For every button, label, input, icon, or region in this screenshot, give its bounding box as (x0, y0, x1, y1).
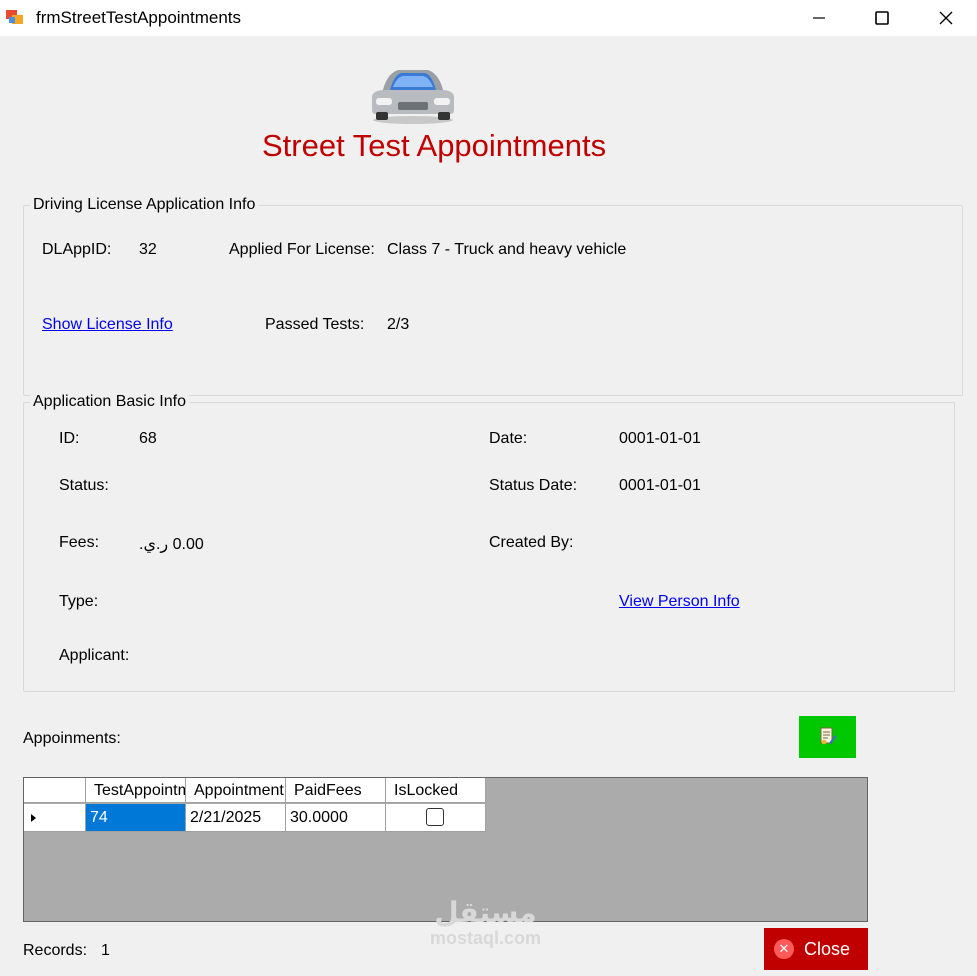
maximize-button[interactable] (853, 0, 911, 34)
show-license-info-link[interactable]: Show License Info (42, 316, 173, 334)
add-appointment-button[interactable] (799, 716, 856, 758)
date-label: Date: (489, 430, 528, 447)
watermark: مستقل mostaql.com (430, 897, 542, 949)
app-icon (6, 10, 23, 24)
add-appointment-icon (820, 727, 836, 744)
close-circle-icon: ✕ (774, 939, 794, 959)
application-basic-info-legend: Application Basic Info (30, 393, 189, 411)
window-close-button[interactable] (917, 0, 975, 34)
minimize-icon (813, 17, 825, 19)
watermark-arabic: مستقل (434, 897, 537, 928)
cell-paid-fees[interactable]: 30.0000 (286, 804, 386, 832)
applied-for-license-label: Applied For License: (229, 241, 375, 258)
dl-application-info-legend: Driving License Application Info (30, 196, 259, 214)
close-icon (939, 11, 953, 25)
window-title: frmStreetTestAppointments (36, 8, 242, 27)
cell-is-locked[interactable] (386, 804, 486, 832)
column-header-paid-fees[interactable]: PaidFees (286, 778, 386, 803)
cell-appointment-date[interactable]: 2/21/2025 (186, 804, 286, 832)
fees-label: Fees: (59, 534, 100, 551)
fees-value: 0.00 ر.ي. (139, 536, 204, 553)
grid-row-header-corner (24, 778, 86, 803)
appointments-label: Appoinments: (23, 730, 121, 747)
status-date-label: Status Date: (489, 477, 578, 494)
passed-tests-label: Passed Tests: (265, 316, 365, 333)
car-icon (372, 70, 454, 124)
watermark-latin: mostaql.com (430, 928, 542, 948)
maximize-icon (875, 11, 889, 26)
column-header-test-appointment-id[interactable]: TestAppointmentID (86, 778, 186, 803)
dl-app-id-label: DLAppID: (42, 241, 112, 258)
id-value: 68 (139, 430, 157, 447)
type-label: Type: (59, 593, 99, 610)
is-locked-checkbox[interactable] (426, 808, 444, 826)
records-label: Records: (23, 942, 88, 959)
status-date-value: 0001-01-01 (619, 477, 701, 494)
date-value: 0001-01-01 (619, 430, 701, 447)
row-selector-arrow-icon (31, 814, 36, 822)
column-header-appointment-date[interactable]: AppointmentDate (186, 778, 286, 803)
close-button[interactable]: ✕ Close (764, 928, 868, 970)
column-header-is-locked[interactable]: IsLocked (386, 778, 486, 803)
passed-tests-value: 2/3 (387, 316, 410, 333)
close-button-label: Close (804, 939, 851, 959)
minimize-button[interactable] (790, 0, 848, 34)
created-by-label: Created By: (489, 534, 574, 551)
row-header-cell[interactable] (24, 804, 86, 832)
applied-for-license-value: Class 7 - Truck and heavy vehicle (387, 241, 627, 258)
applicant-label: Applicant: (59, 647, 130, 664)
page-title: Street Test Appointments (262, 128, 607, 163)
status-label: Status: (59, 477, 109, 494)
dl-app-id-value: 32 (139, 241, 157, 258)
view-person-info-link[interactable]: View Person Info (619, 593, 740, 611)
records-count: 1 (101, 942, 110, 959)
cell-test-appointment-id[interactable]: 74 (86, 804, 186, 832)
id-label: ID: (59, 430, 80, 447)
title-bar: frmStreetTestAppointments (0, 0, 977, 36)
dl-application-info-group (23, 205, 963, 396)
